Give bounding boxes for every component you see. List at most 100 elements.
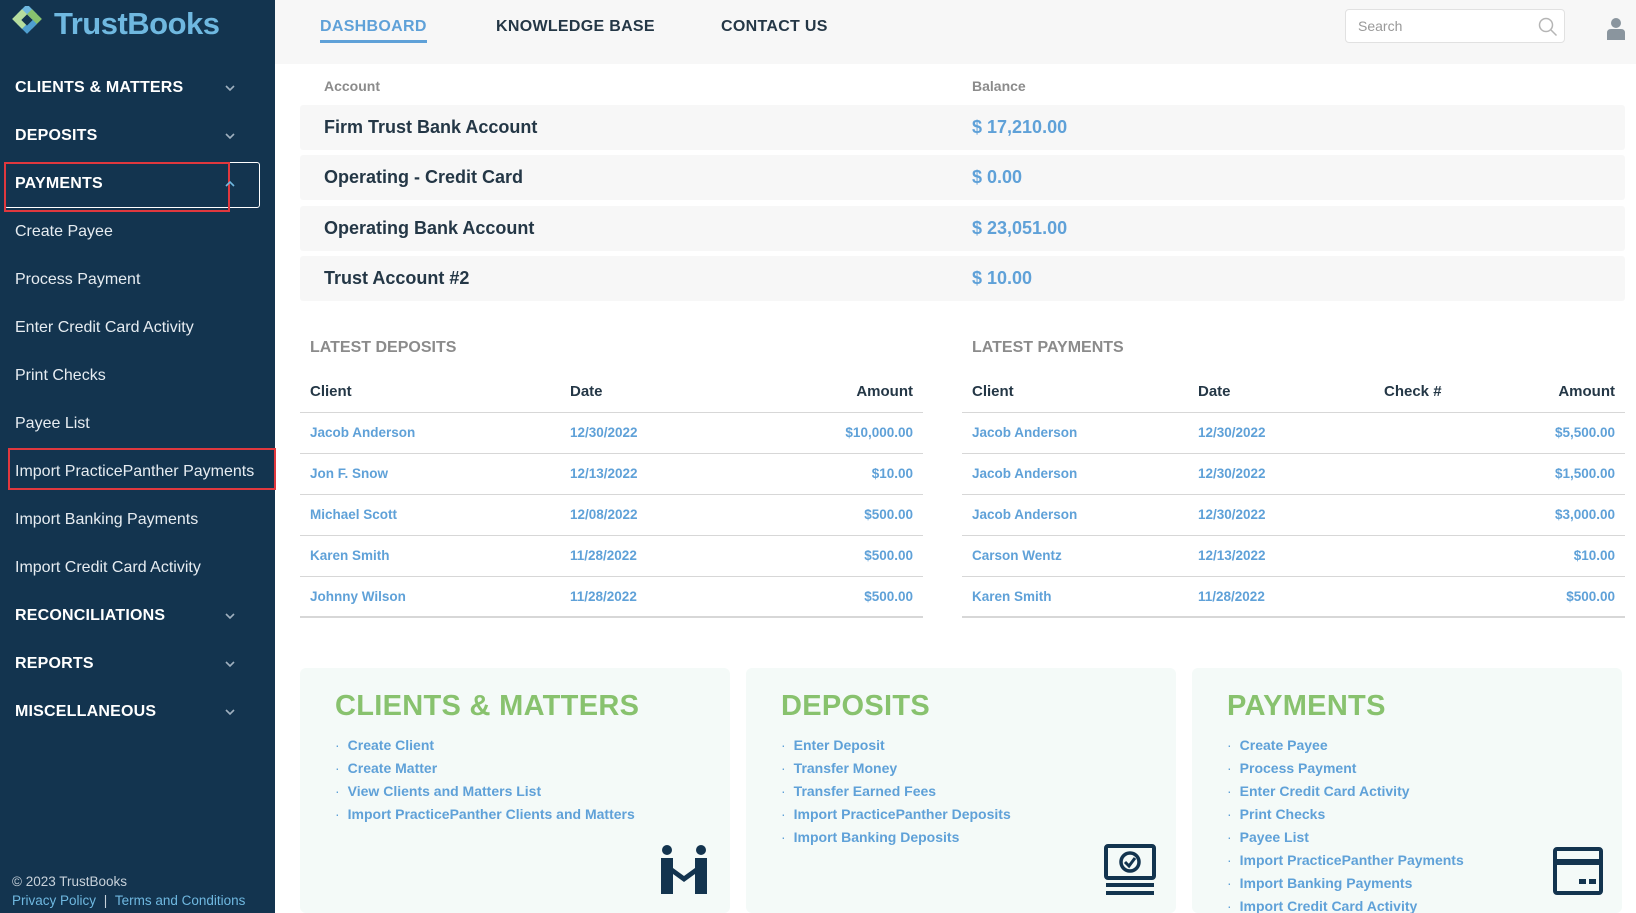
sidebar-item-label: Payee List xyxy=(15,415,90,432)
card-link-transfer-earned-fees[interactable]: · Transfer Earned Fees xyxy=(781,780,1011,803)
card-link-payee-list[interactable]: · Payee List xyxy=(1227,826,1464,849)
tab-knowledge-base[interactable]: KNOWLEDGE BASE xyxy=(496,18,655,36)
sidebar-item-label: Process Payment xyxy=(15,271,141,288)
table-row[interactable]: Jacob Anderson 12/30/2022 $1,500.00 xyxy=(962,454,1625,495)
card-link-import-pp-deposits[interactable]: · Import PracticePanther Deposits xyxy=(781,803,1011,826)
cell-date: 12/13/2022 xyxy=(1198,548,1266,563)
user-icon[interactable] xyxy=(1606,17,1626,46)
cell-date: 12/30/2022 xyxy=(1198,425,1266,440)
sidebar-item-clients-matters[interactable]: CLIENTS & MATTERS xyxy=(0,64,275,112)
table-row[interactable]: Michael Scott 12/08/2022 $500.00 xyxy=(300,495,923,536)
table-row[interactable]: Jacob Anderson 12/30/2022 $5,500.00 xyxy=(962,413,1625,454)
sidebar-nav: CLIENTS & MATTERS DEPOSITS PAYMENTS Crea… xyxy=(0,64,276,736)
sidebar-item-enter-credit-card-activity[interactable]: Enter Credit Card Activity xyxy=(0,304,275,352)
sidebar-item-label: Enter Credit Card Activity xyxy=(15,319,194,336)
terms-link[interactable]: Terms and Conditions xyxy=(115,893,246,908)
cell-date: 12/13/2022 xyxy=(570,466,638,481)
card-link-create-client[interactable]: · Create Client xyxy=(335,734,635,757)
cell-client[interactable]: Jacob Anderson xyxy=(972,425,1077,440)
chevron-down-icon xyxy=(224,658,236,670)
card-link-transfer-money[interactable]: · Transfer Money xyxy=(781,757,1011,780)
table-header: Client Date Amount xyxy=(300,375,923,413)
cell-amount: $500.00 xyxy=(864,589,913,604)
account-name: Operating Bank Account xyxy=(324,218,535,238)
card-link-process-payment[interactable]: · Process Payment xyxy=(1227,757,1464,780)
cell-amount: $5,500.00 xyxy=(1554,425,1615,440)
cell-client[interactable]: Johnny Wilson xyxy=(310,589,406,604)
card-link-import-banking-deposits[interactable]: · Import Banking Deposits xyxy=(781,826,1011,849)
chevron-down-icon xyxy=(224,82,236,94)
column-header-client: Client xyxy=(310,383,352,400)
sidebar-item-import-practicepanther-payments[interactable]: Import PracticePanther Payments xyxy=(0,448,276,496)
account-name: Firm Trust Bank Account xyxy=(324,117,538,137)
sidebar-item-label: DEPOSITS xyxy=(15,127,98,144)
sidebar-item-payments[interactable]: PAYMENTS xyxy=(0,160,275,212)
table-row[interactable]: Jon F. Snow 12/13/2022 $10.00 xyxy=(300,454,923,495)
cell-date: 12/30/2022 xyxy=(570,425,638,440)
card-link-print-checks[interactable]: · Print Checks xyxy=(1227,803,1464,826)
cell-client[interactable]: Michael Scott xyxy=(310,507,397,522)
cell-client[interactable]: Jacob Anderson xyxy=(972,466,1077,481)
copyright-text: © 2023 TrustBooks xyxy=(12,874,128,889)
search-box xyxy=(1345,9,1565,43)
latest-payments-table: Client Date Check # Amount Jacob Anderso… xyxy=(962,375,1625,618)
card-link-import-credit-card-activity[interactable]: · Import Credit Card Activity xyxy=(1227,895,1464,913)
card-links: · Create Payee · Process Payment · Enter Cr… xyxy=(1227,734,1464,913)
account-row[interactable]: Operating Bank Account $ 23,051.00 xyxy=(300,206,1625,251)
sidebar-item-deposits[interactable]: DEPOSITS xyxy=(0,112,275,160)
cell-amount: $3,000.00 xyxy=(1554,507,1615,522)
card-link-create-payee[interactable]: · Create Payee xyxy=(1227,734,1464,757)
card-link-enter-credit-card-activity[interactable]: · Enter Credit Card Activity xyxy=(1227,780,1464,803)
table-row[interactable]: Carson Wentz 12/13/2022 $10.00 xyxy=(962,536,1625,577)
card-link-import-pp-clients[interactable]: · Import PracticePanther Clients and Matt… xyxy=(335,803,635,826)
account-balance: $ 10.00 xyxy=(972,268,1033,288)
account-row[interactable]: Firm Trust Bank Account $ 17,210.00 xyxy=(300,105,1625,150)
table-row[interactable]: Karen Smith 11/28/2022 $500.00 xyxy=(300,536,923,577)
card-clients-matters: CLIENTS & MATTERS · Create Client · Create… xyxy=(300,668,730,913)
account-row[interactable]: Operating - Credit Card $ 0.00 xyxy=(300,155,1625,200)
card-payments: PAYMENTS · Create Payee · Process Payment … xyxy=(1192,668,1622,913)
search-input[interactable] xyxy=(1358,18,1528,34)
tab-contact-us[interactable]: CONTACT US xyxy=(721,18,828,36)
account-row[interactable]: Trust Account #2 $ 10.00 xyxy=(300,256,1625,301)
chevron-down-icon xyxy=(224,610,236,622)
sidebar-item-print-checks[interactable]: Print Checks xyxy=(0,352,275,400)
sidebar-item-reports[interactable]: REPORTS xyxy=(0,640,275,688)
latest-payments-title: LATEST PAYMENTS xyxy=(972,339,1124,356)
sidebar-item-label: RECONCILIATIONS xyxy=(15,607,166,624)
sidebar-item-import-credit-card-activity[interactable]: Import Credit Card Activity xyxy=(0,544,275,592)
privacy-policy-link[interactable]: Privacy Policy xyxy=(12,893,96,908)
card-link-import-banking-payments[interactable]: · Import Banking Payments xyxy=(1227,872,1464,895)
cell-amount: $1,500.00 xyxy=(1554,466,1615,481)
tab-dashboard[interactable]: DASHBOARD xyxy=(320,18,427,43)
table-row[interactable]: Jacob Anderson 12/30/2022 $10,000.00 xyxy=(300,413,923,454)
trustbooks-logo[interactable]: TrustBooks xyxy=(12,4,220,44)
table-row[interactable]: Johnny Wilson 11/28/2022 $500.00 xyxy=(300,577,923,618)
latest-deposits-table: Client Date Amount Jacob Anderson 12/30/… xyxy=(300,375,923,618)
cell-client[interactable]: Jacob Anderson xyxy=(310,425,415,440)
sidebar-item-payee-list[interactable]: Payee List xyxy=(0,400,275,448)
table-row[interactable]: Jacob Anderson 12/30/2022 $3,000.00 xyxy=(962,495,1625,536)
card-link-create-matter[interactable]: · Create Matter xyxy=(335,757,635,780)
sidebar-item-miscellaneous[interactable]: MISCELLANEOUS xyxy=(0,688,275,736)
card-link-view-clients-matters[interactable]: · View Clients and Matters List xyxy=(335,780,635,803)
cell-client[interactable]: Jon F. Snow xyxy=(310,466,388,481)
cell-client[interactable]: Carson Wentz xyxy=(972,548,1062,563)
sidebar-item-reconciliations[interactable]: RECONCILIATIONS xyxy=(0,592,275,640)
account-balance: $ 0.00 xyxy=(972,167,1023,187)
cell-client[interactable]: Jacob Anderson xyxy=(972,507,1077,522)
sidebar-item-import-banking-payments[interactable]: Import Banking Payments xyxy=(0,496,275,544)
sidebar-item-create-payee[interactable]: Create Payee xyxy=(0,208,275,256)
sidebar-item-label: Print Checks xyxy=(15,367,106,384)
account-name: Operating - Credit Card xyxy=(324,167,524,187)
cell-amount: $500.00 xyxy=(864,507,913,522)
card-link-enter-deposit[interactable]: · Enter Deposit xyxy=(781,734,1011,757)
sidebar-item-process-payment[interactable]: Process Payment xyxy=(0,256,275,304)
cell-client[interactable]: Karen Smith xyxy=(310,548,390,563)
cell-client[interactable]: Karen Smith xyxy=(972,589,1052,604)
table-row[interactable]: Karen Smith 11/28/2022 $500.00 xyxy=(962,577,1625,618)
search-icon[interactable] xyxy=(1538,17,1558,42)
logo-text: TrustBooks xyxy=(54,6,220,41)
card-link-import-pp-payments[interactable]: · Import PracticePanther Payments xyxy=(1227,849,1464,872)
chevron-down-icon xyxy=(224,130,236,142)
